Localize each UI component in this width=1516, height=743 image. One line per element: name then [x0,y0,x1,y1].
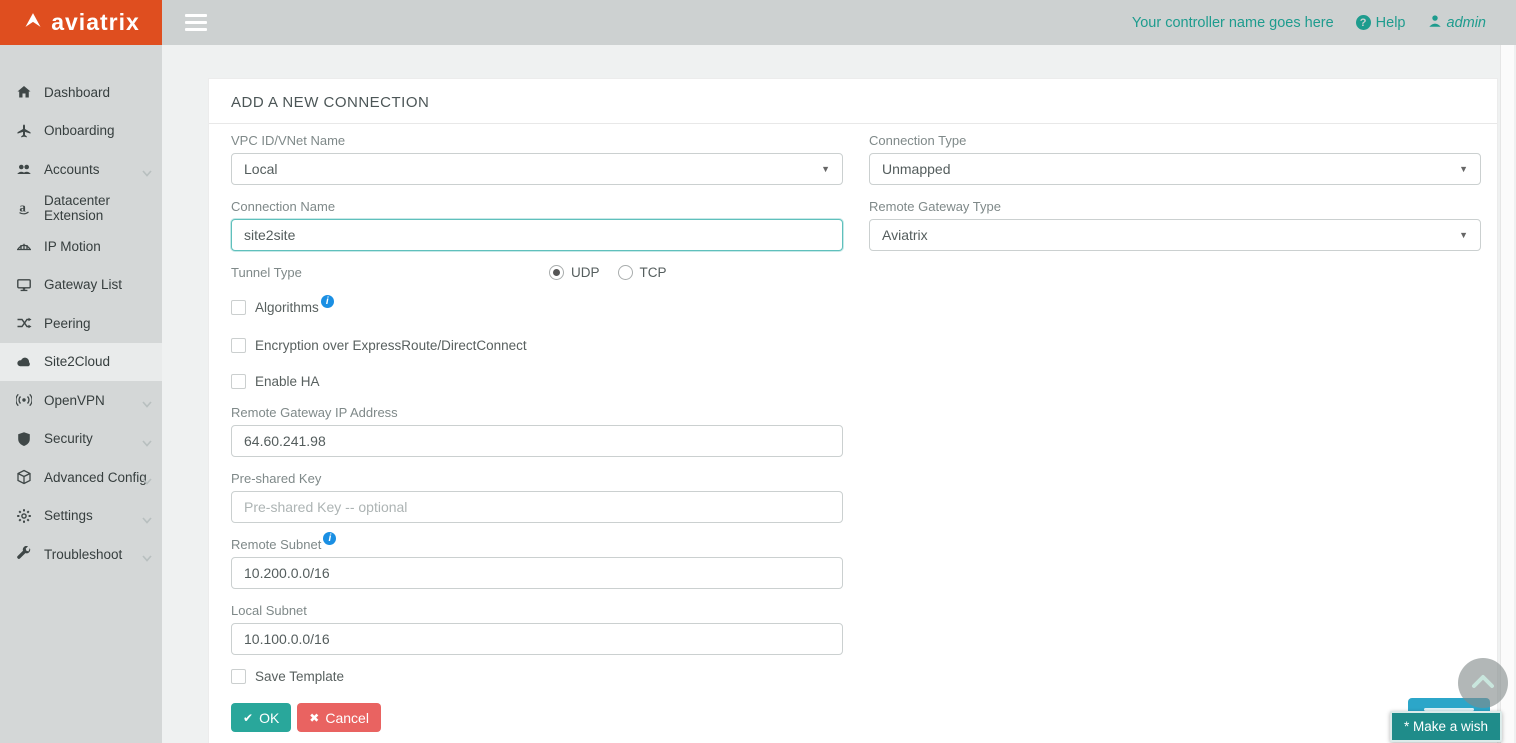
pre-shared-key-field: Pre-shared Key [231,471,843,523]
algorithms-checkbox[interactable] [231,300,246,315]
user-icon [1428,14,1442,32]
chevron-down-icon [142,473,152,480]
tunnel-type-udp-radio[interactable]: UDP [549,265,600,280]
sidebar-item-advanced-config[interactable]: Advanced Config [0,458,162,497]
pre-shared-key-input[interactable] [231,491,843,523]
sidebar-item-accounts[interactable]: Accounts [0,150,162,189]
sidebar-item-ip-motion[interactable]: IP Motion [0,227,162,266]
scroll-to-top-button[interactable] [1458,658,1508,708]
page-title: ADD A NEW CONNECTION [209,79,1497,124]
chevron-down-icon [142,550,152,557]
sidebar-item-datacenter-extension[interactable]: a Datacenter Extension [0,189,162,228]
sidebar-item-gateway-list[interactable]: Gateway List [0,266,162,305]
remote-gateway-ip-label: Remote Gateway IP Address [231,405,843,420]
vpc-id-select[interactable]: Local ▼ [231,153,843,185]
aviatrix-logo-icon [22,10,44,35]
select-caret-icon: ▼ [821,164,830,174]
connection-name-field: Connection Name [231,199,843,251]
cancel-button[interactable]: ✖ Cancel [297,703,381,732]
chevron-down-icon [142,396,152,403]
remote-gateway-type-label: Remote Gateway Type [869,199,1481,214]
sidebar-item-openvpn[interactable]: OpenVPN [0,381,162,420]
algorithms-checkbox-row[interactable]: Algorithms i [231,300,843,315]
enable-ha-checkbox-row[interactable]: Enable HA [231,374,843,389]
connection-name-label: Connection Name [231,199,843,214]
help-link[interactable]: ? Help [1356,15,1406,31]
pre-shared-key-label: Pre-shared Key [231,471,843,486]
user-menu[interactable]: admin [1428,14,1487,32]
chevron-down-icon [142,435,152,442]
remote-subnet-field: Remote Subnet i [231,537,843,589]
local-subnet-input[interactable] [231,623,843,655]
help-icon: ? [1356,15,1371,30]
app-window: aviatrix Your controller name goes here … [0,0,1516,743]
remote-gateway-type-field: Remote Gateway Type Aviatrix ▼ [869,199,1481,251]
brand-name: aviatrix [51,9,140,36]
monitor-icon [16,277,32,293]
broadcast-icon [16,392,32,408]
add-connection-card: ADD A NEW CONNECTION VPC ID/VNet Name Lo… [208,78,1498,743]
close-icon: ✖ [309,711,319,725]
controller-name-link[interactable]: Your controller name goes here [1132,15,1334,31]
make-a-wish-button[interactable]: * Make a wish [1390,711,1502,742]
sidebar-item-site2cloud[interactable]: Site2Cloud [0,343,162,382]
local-subnet-field: Local Subnet [231,603,843,655]
sidebar-item-security[interactable]: Security [0,420,162,459]
shuffle-icon [16,315,32,331]
radio-selected-icon [549,265,564,280]
connection-type-label: Connection Type [869,133,1481,148]
select-caret-icon: ▼ [1459,164,1468,174]
info-icon[interactable]: i [323,532,336,545]
info-icon[interactable]: i [321,295,334,308]
wrench-icon [16,546,32,562]
chevron-down-icon [142,165,152,172]
encryption-checkbox[interactable] [231,338,246,353]
ok-button[interactable]: ✔ OK [231,703,291,732]
vertical-scrollbar[interactable] [1500,45,1514,743]
save-template-checkbox-row[interactable]: Save Template [231,669,843,684]
select-caret-icon: ▼ [1459,230,1468,240]
svg-text:a: a [19,200,26,215]
tunnel-type-label: Tunnel Type [231,265,843,280]
sidebar-item-peering[interactable]: Peering [0,304,162,343]
users-icon [16,161,32,177]
check-icon: ✔ [243,711,253,725]
gear-icon [16,508,32,524]
local-subnet-label: Local Subnet [231,603,843,618]
sidebar-item-onboarding[interactable]: Onboarding [0,112,162,151]
save-template-checkbox[interactable] [231,669,246,684]
encryption-checkbox-row[interactable]: Encryption over ExpressRoute/DirectConne… [231,338,843,353]
connection-name-input[interactable] [231,219,843,251]
remote-gateway-ip-field: Remote Gateway IP Address [231,405,843,457]
aviatrix-logo[interactable]: aviatrix [0,0,162,45]
sidebar-nav: Dashboard Onboarding Accounts a Datacent… [0,45,162,743]
sidebar-item-settings[interactable]: Settings [0,497,162,536]
remote-gateway-ip-input[interactable] [231,425,843,457]
remote-gateway-type-select[interactable]: Aviatrix ▼ [869,219,1481,251]
connection-type-field: Connection Type Unmapped ▼ [869,133,1481,185]
tunnel-type-tcp-radio[interactable]: TCP [618,265,667,280]
hamburger-menu-icon[interactable] [185,14,207,31]
top-header-bar: aviatrix Your controller name goes here … [0,0,1516,45]
cube-icon [16,469,32,485]
remote-subnet-label: Remote Subnet i [231,537,843,552]
sidebar-item-troubleshoot[interactable]: Troubleshoot [0,535,162,574]
vpc-id-field: VPC ID/VNet Name Local ▼ [231,133,843,185]
connection-type-select[interactable]: Unmapped ▼ [869,153,1481,185]
vpc-id-label: VPC ID/VNet Name [231,133,843,148]
chevron-up-icon [1470,672,1496,695]
radio-unselected-icon [618,265,633,280]
enable-ha-checkbox[interactable] [231,374,246,389]
home-icon [16,84,32,100]
bridge-icon [16,238,32,254]
chevron-down-icon [142,512,152,519]
cloud-icon [16,354,32,370]
shield-icon [16,431,32,447]
amazon-a-icon: a [16,200,32,216]
plane-icon [16,123,32,139]
tunnel-type-field: Tunnel Type UDP TCP [231,265,843,283]
sidebar-item-dashboard[interactable]: Dashboard [0,73,162,112]
remote-subnet-input[interactable] [231,557,843,589]
